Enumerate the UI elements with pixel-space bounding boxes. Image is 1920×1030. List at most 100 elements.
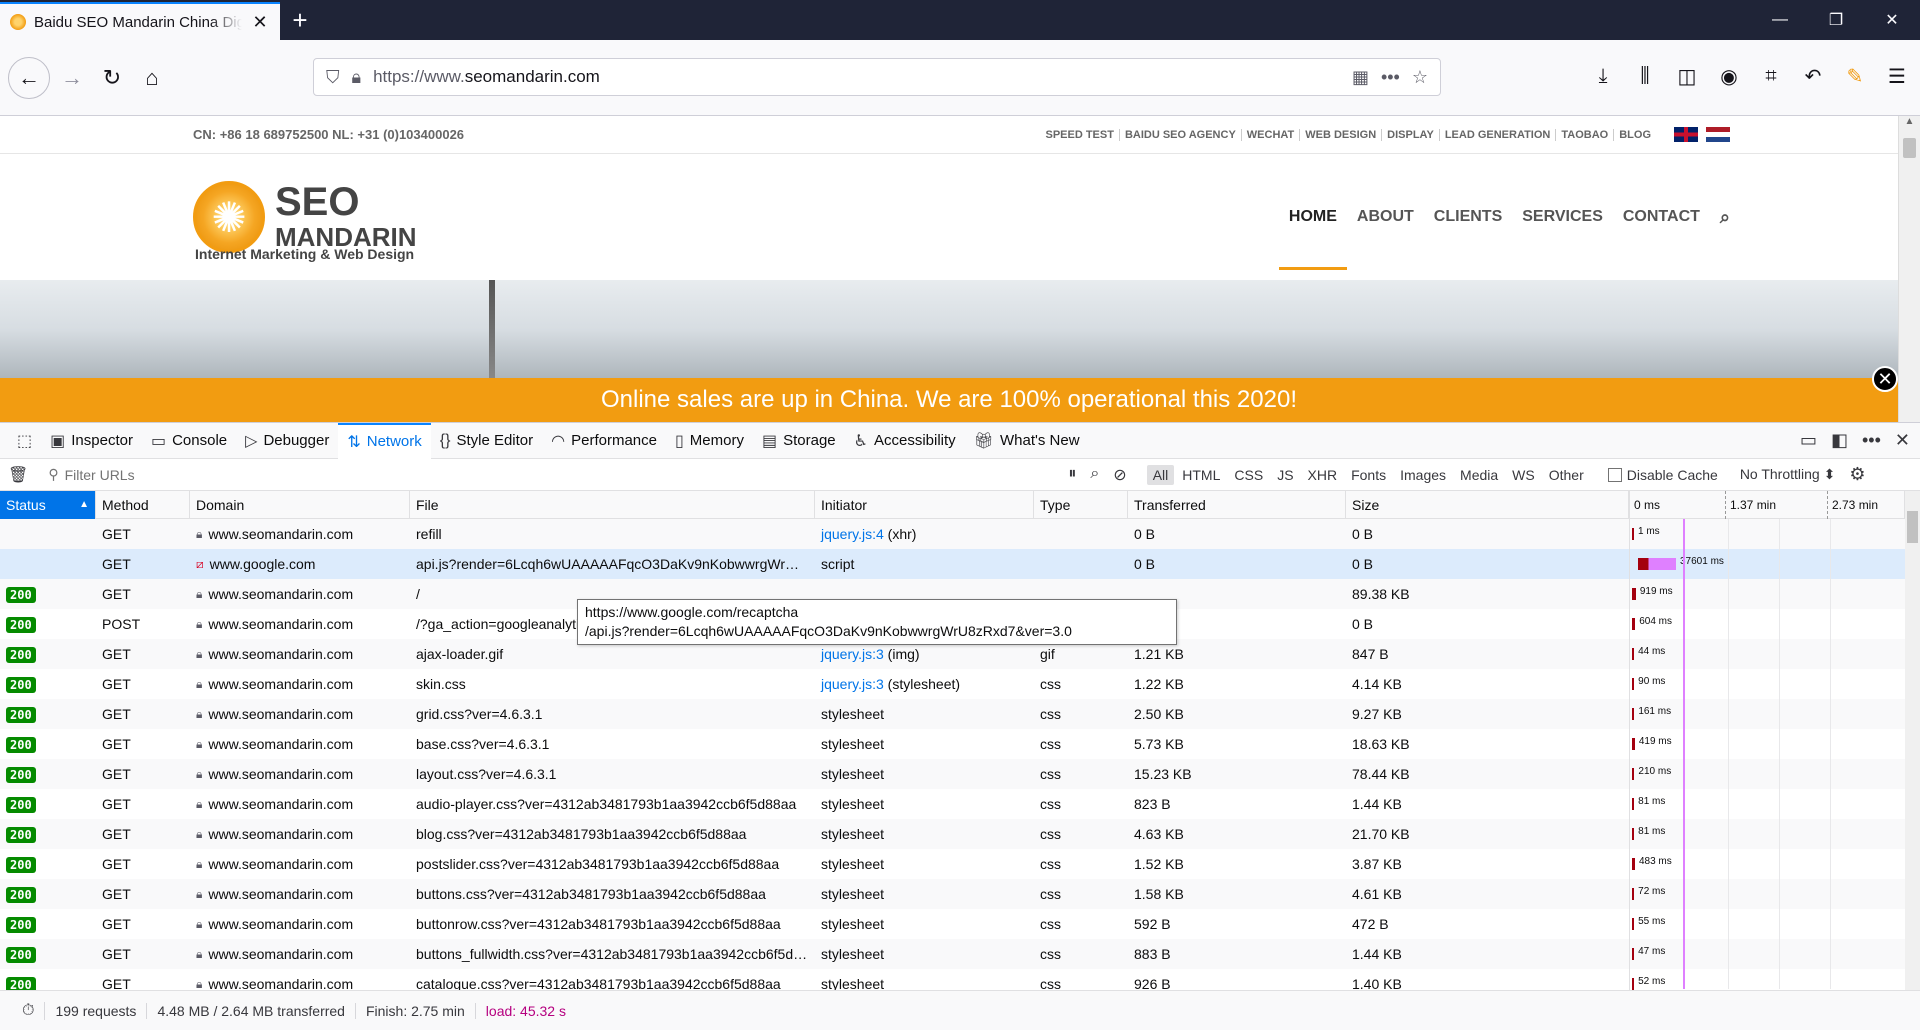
tab-storage[interactable]: ▤ Storage xyxy=(753,423,845,459)
tab-debugger[interactable]: ▷ Debugger xyxy=(236,423,338,459)
forward-button[interactable]: → xyxy=(54,60,90,96)
undo-icon[interactable]: ↶ xyxy=(1798,58,1828,94)
table-row[interactable]: 200 GET 🔒︎ www.seomandarin.com layout.css… xyxy=(0,759,1905,789)
col-initiator[interactable]: Initiator xyxy=(815,491,1034,519)
pause-icon[interactable]: ⏸︎ xyxy=(1068,465,1076,485)
url-bar[interactable]: ⛉ 🔒︎ https://www.seomandarin.com ▦ ••• ☆ xyxy=(313,58,1441,96)
tab-performance[interactable]: ◠ Performance xyxy=(542,423,666,459)
tab-console[interactable]: ▭ Console xyxy=(142,423,236,459)
block-icon[interactable]: ⊘ xyxy=(1113,465,1126,485)
col-type[interactable]: Type xyxy=(1034,491,1128,519)
tab-style-editor[interactable]: {} Style Editor xyxy=(431,423,542,459)
search-icon[interactable]: ⌕ xyxy=(1720,207,1730,228)
col-waterfall[interactable]: 0 ms 1.37 min 2.73 min xyxy=(1629,491,1905,519)
filter-images[interactable]: Images xyxy=(1394,465,1452,485)
filter-other[interactable]: Other xyxy=(1543,465,1590,485)
toplink-speed-test[interactable]: SPEED TEST xyxy=(1040,128,1120,141)
element-picker-button[interactable]: ⬚ xyxy=(8,423,41,459)
home-button[interactable]: ⌂ xyxy=(134,60,170,96)
url-text[interactable]: https://www.seomandarin.com xyxy=(373,67,1340,87)
table-row[interactable]: 200 GET 🔒︎ www.seomandarin.com postslider… xyxy=(0,849,1905,879)
col-transferred[interactable]: Transferred xyxy=(1128,491,1346,519)
table-row[interactable]: 200 GET 🔒︎ www.seomandarin.com buttons_fu… xyxy=(0,939,1905,969)
table-row[interactable]: 200 GET 🔒︎ www.seomandarin.com buttonrow.… xyxy=(0,909,1905,939)
toplink-web-design[interactable]: WEB DESIGN xyxy=(1300,128,1383,141)
table-scrollbar[interactable] xyxy=(1905,491,1920,991)
table-row[interactable]: 200 GET 🔒︎ www.seomandarin.com skin.css j… xyxy=(0,669,1905,699)
tab-whats-new[interactable]: 🎁︎ What's New xyxy=(965,423,1089,459)
window-close-icon[interactable]: ✕ xyxy=(1864,0,1920,40)
uk-flag-icon[interactable] xyxy=(1674,127,1698,142)
page-actions-icon[interactable]: ••• xyxy=(1381,67,1400,88)
col-status[interactable]: Status ▲ xyxy=(0,491,96,519)
filter-all[interactable]: All xyxy=(1146,464,1175,485)
filter-urls-input[interactable]: ⚲ Filter URLs xyxy=(28,466,1028,483)
table-row[interactable]: 200 GET 🔒︎ www.seomandarin.com base.css?v… xyxy=(0,729,1905,759)
reload-button[interactable]: ↻ xyxy=(94,60,130,96)
filter-js[interactable]: JS xyxy=(1271,465,1299,485)
col-domain[interactable]: Domain xyxy=(190,491,410,519)
toplink-baidu-seo[interactable]: BAIDU SEO AGENCY xyxy=(1120,128,1242,141)
toplink-blog[interactable]: BLOG xyxy=(1614,129,1656,141)
initiator-link[interactable]: jquery.js:3 xyxy=(821,676,884,692)
devtools-menu-icon[interactable]: ••• xyxy=(1862,430,1881,451)
filter-css[interactable]: CSS xyxy=(1228,465,1269,485)
tab-accessibility[interactable]: ♿︎ Accessibility xyxy=(845,423,965,459)
banner-close-icon[interactable]: ✕ xyxy=(1872,366,1898,392)
toplink-taobao[interactable]: TAOBAO xyxy=(1556,128,1615,141)
col-size[interactable]: Size xyxy=(1346,491,1629,519)
nav-clients[interactable]: CLIENTS xyxy=(1434,208,1502,226)
clear-log-icon[interactable]: 🗑︎ xyxy=(8,465,28,485)
tracking-shield-icon[interactable]: ⛉ xyxy=(326,67,340,88)
performance-analysis-icon[interactable]: ⏱︎ xyxy=(12,1001,46,1020)
filter-media[interactable]: Media xyxy=(1454,465,1504,485)
table-row[interactable]: 200 GET 🔒︎ www.seomandarin.com grid.css?v… xyxy=(0,699,1905,729)
table-row[interactable]: 200 GET 🔒︎ www.seomandarin.com audio-play… xyxy=(0,789,1905,819)
toplink-lead-generation[interactable]: LEAD GENERATION xyxy=(1440,128,1557,141)
filter-xhr[interactable]: XHR xyxy=(1302,465,1344,485)
restore-icon[interactable]: ❐ xyxy=(1808,0,1864,40)
table-row[interactable]: 200 GET 🔒︎ www.seomandarin.com buttons.cs… xyxy=(0,879,1905,909)
gear-icon[interactable]: ⚙ xyxy=(1849,464,1865,485)
tab-inspector[interactable]: ▣ Inspector xyxy=(41,423,142,459)
tab-close-icon[interactable]: ✕ xyxy=(250,12,270,33)
col-file[interactable]: File xyxy=(410,491,815,519)
table-row[interactable]: 200 GET 🔒︎ www.seomandarin.com blog.css?v… xyxy=(0,819,1905,849)
toplink-wechat[interactable]: WECHAT xyxy=(1242,128,1301,141)
site-logo[interactable]: SEO MANDARIN xyxy=(193,181,417,253)
bookmark-star-icon[interactable]: ☆ xyxy=(1412,67,1428,88)
throttling-select[interactable]: No Throttling ⬍ xyxy=(1740,466,1836,483)
filter-html[interactable]: HTML xyxy=(1176,465,1226,485)
sidebar-icon[interactable]: ◫ xyxy=(1672,58,1702,94)
filter-fonts[interactable]: Fonts xyxy=(1345,465,1392,485)
devtools-close-icon[interactable]: ✕ xyxy=(1895,430,1910,451)
col-method[interactable]: Method xyxy=(96,491,190,519)
initiator-link[interactable]: jquery.js:4 xyxy=(821,526,884,542)
account-icon[interactable]: ◉ xyxy=(1714,58,1744,94)
new-tab-button[interactable]: + xyxy=(280,0,320,40)
browser-tab[interactable]: Baidu SEO Mandarin China Digital Marketi… xyxy=(0,2,280,40)
filter-ws[interactable]: WS xyxy=(1506,465,1541,485)
minimize-icon[interactable]: — xyxy=(1752,0,1808,40)
table-row[interactable]: 200 GET 🔒︎ www.seomandarin.com catalogue.… xyxy=(0,969,1905,991)
page-scrollbar[interactable]: ▲ xyxy=(1898,116,1920,422)
menu-icon[interactable]: ☰ xyxy=(1882,58,1912,94)
tab-network[interactable]: ⇅ Network xyxy=(338,422,431,459)
disable-cache-checkbox[interactable]: Disable Cache xyxy=(1607,467,1718,483)
responsive-design-icon[interactable]: ▭ xyxy=(1800,430,1817,451)
dock-side-icon[interactable]: ◧ xyxy=(1831,430,1848,451)
search-requests-icon[interactable]: ⌕ xyxy=(1090,465,1099,485)
table-row[interactable]: GET ⧄ www.google.com api.js?render=6Lcqh6… xyxy=(0,549,1905,579)
tab-memory[interactable]: ▯ Memory xyxy=(666,423,753,459)
toplink-display[interactable]: DISPLAY xyxy=(1382,128,1440,141)
screenshot-icon[interactable]: ⌗ xyxy=(1756,58,1786,94)
nav-services[interactable]: SERVICES xyxy=(1522,208,1603,226)
nl-flag-icon[interactable] xyxy=(1706,127,1730,142)
downloads-icon[interactable]: ⤓ xyxy=(1588,58,1618,94)
nav-home[interactable]: HOME xyxy=(1278,208,1347,270)
extension-icon[interactable]: ✎ xyxy=(1840,58,1870,94)
table-row[interactable]: GET 🔒︎ www.seomandarin.com refill jquery.… xyxy=(0,519,1905,549)
padlock-icon[interactable]: 🔒︎ xyxy=(352,67,362,88)
back-button[interactable]: ← xyxy=(8,56,50,99)
initiator-link[interactable]: jquery.js:3 xyxy=(821,646,884,662)
